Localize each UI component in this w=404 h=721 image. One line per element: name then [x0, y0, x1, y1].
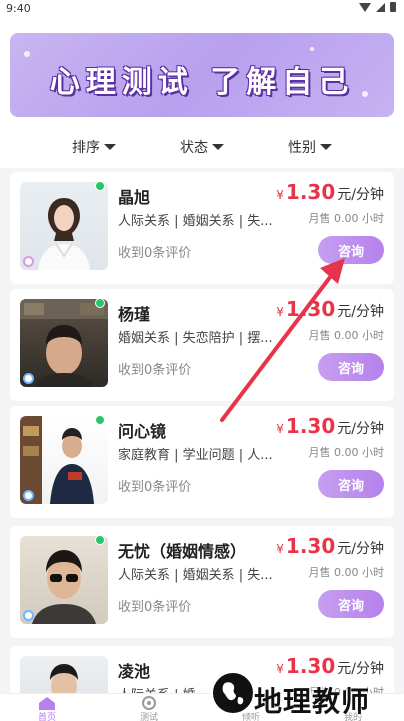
- monthly-sales: 月售 0.00 小时: [308, 329, 385, 342]
- price: ¥ 1.30 元/分钟: [276, 297, 384, 321]
- review-count: 收到0条评价: [118, 480, 192, 495]
- consultant-name: 晶旭: [118, 188, 151, 207]
- status-bar: 9:40: [0, 0, 404, 18]
- monthly-sales: 月售 0.00 小时: [308, 446, 385, 459]
- consultant-tags: 婚姻关系 | 失恋陪护 | 摆...: [118, 331, 273, 346]
- consultant-tags: 人际关系 | 婚姻关系 | 失...: [118, 568, 273, 583]
- online-status-dot: [95, 535, 105, 545]
- sparkle-icon: [310, 47, 314, 51]
- home-icon: [37, 696, 57, 710]
- price-value: 1.30: [285, 414, 336, 438]
- badge-icon: [23, 610, 34, 621]
- monthly-sales: 月售 0.00 小时: [308, 212, 385, 225]
- consultant-name: 杨瑾: [118, 305, 151, 324]
- price-symbol: ¥: [276, 422, 284, 436]
- consultant-card[interactable]: 无忧（婚姻情感） 人际关系 | 婚姻关系 | 失... ¥ 1.30 元/分钟 …: [10, 526, 394, 638]
- badge-icon: [23, 490, 34, 501]
- badge-icon: [23, 256, 34, 267]
- consult-button[interactable]: 咨询: [318, 236, 384, 264]
- caret-down-icon: [104, 144, 116, 150]
- avatar: [20, 182, 108, 270]
- online-status-dot: [95, 181, 105, 191]
- filter-label: 状态: [180, 140, 208, 156]
- consultant-name: 无忧（婚姻情感）: [118, 542, 247, 561]
- review-count: 收到0条评价: [118, 246, 192, 261]
- banner-title: 心理测试 了解自己: [49, 65, 355, 100]
- price-unit: 元/分钟: [337, 421, 384, 437]
- globe-logo-icon: [210, 670, 256, 716]
- filter-sort[interactable]: 排序: [72, 134, 116, 160]
- price-value: 1.30: [285, 534, 336, 558]
- status-icons: [359, 2, 396, 12]
- caret-down-icon: [212, 144, 224, 150]
- price-symbol: ¥: [276, 305, 284, 319]
- price-symbol: ¥: [276, 188, 284, 202]
- avatar: [20, 299, 108, 387]
- filter-label: 排序: [72, 140, 100, 156]
- consultant-tags: 人际关系 | 婚姻关系 | 失...: [118, 214, 273, 229]
- consult-button[interactable]: 咨询: [318, 590, 384, 618]
- filter-status[interactable]: 状态: [180, 134, 224, 160]
- tab-test[interactable]: 测试: [124, 696, 174, 721]
- price: ¥ 1.30 元/分钟: [276, 414, 384, 438]
- monthly-sales: 月售 0.00 小时: [308, 566, 385, 579]
- eye-icon: [139, 696, 159, 710]
- price: ¥ 1.30 元/分钟: [276, 534, 384, 558]
- battery-icon: [390, 2, 396, 12]
- consultant-name: 问心镜: [118, 422, 167, 441]
- consultant-card[interactable]: 杨瑾 婚姻关系 | 失恋陪护 | 摆... ¥ 1.30 元/分钟 月售 0.0…: [10, 289, 394, 401]
- watermark-text: 地理教师: [254, 685, 371, 718]
- online-status-dot: [95, 415, 105, 425]
- caret-down-icon: [320, 144, 332, 150]
- price-unit: 元/分钟: [337, 541, 384, 557]
- review-count: 收到0条评价: [118, 363, 192, 378]
- consultant-card[interactable]: 问心镜 家庭教育 | 学业问题 | 人... ¥ 1.30 元/分钟 月售 0.…: [10, 406, 394, 518]
- avatar: [20, 656, 108, 693]
- avatar: [20, 416, 108, 504]
- price-symbol: ¥: [276, 542, 284, 556]
- price: ¥ 1.30 元/分钟: [276, 180, 384, 204]
- tab-label: 测试: [139, 713, 158, 721]
- price-value: 1.30: [285, 180, 336, 204]
- price-unit: 元/分钟: [337, 187, 384, 203]
- signal-icon: [376, 2, 385, 12]
- consult-button[interactable]: 咨询: [318, 353, 384, 381]
- consultant-tags: 家庭教育 | 学业问题 | 人...: [118, 448, 273, 463]
- tab-home[interactable]: 首页: [22, 696, 72, 721]
- consult-button[interactable]: 咨询: [318, 470, 384, 498]
- test-banner[interactable]: 心理测试 了解自己: [10, 33, 394, 117]
- badge-icon: [23, 373, 34, 384]
- filter-label: 性别: [288, 140, 316, 156]
- avatar: [20, 536, 108, 624]
- wifi-icon: [359, 2, 371, 12]
- consultant-name: 凌池: [118, 662, 151, 681]
- watermark: 地理教师: [206, 666, 400, 721]
- online-status-dot: [95, 298, 105, 308]
- price-unit: 元/分钟: [337, 304, 384, 320]
- review-count: 收到0条评价: [118, 600, 192, 615]
- filter-bar: 排序 状态 性别: [0, 134, 404, 160]
- status-time: 9:40: [6, 2, 31, 15]
- filter-gender[interactable]: 性别: [288, 134, 332, 160]
- price-value: 1.30: [285, 297, 336, 321]
- tab-label: 首页: [37, 713, 56, 721]
- consultant-card[interactable]: 晶旭 人际关系 | 婚姻关系 | 失... ¥ 1.30 元/分钟 月售 0.0…: [10, 172, 394, 284]
